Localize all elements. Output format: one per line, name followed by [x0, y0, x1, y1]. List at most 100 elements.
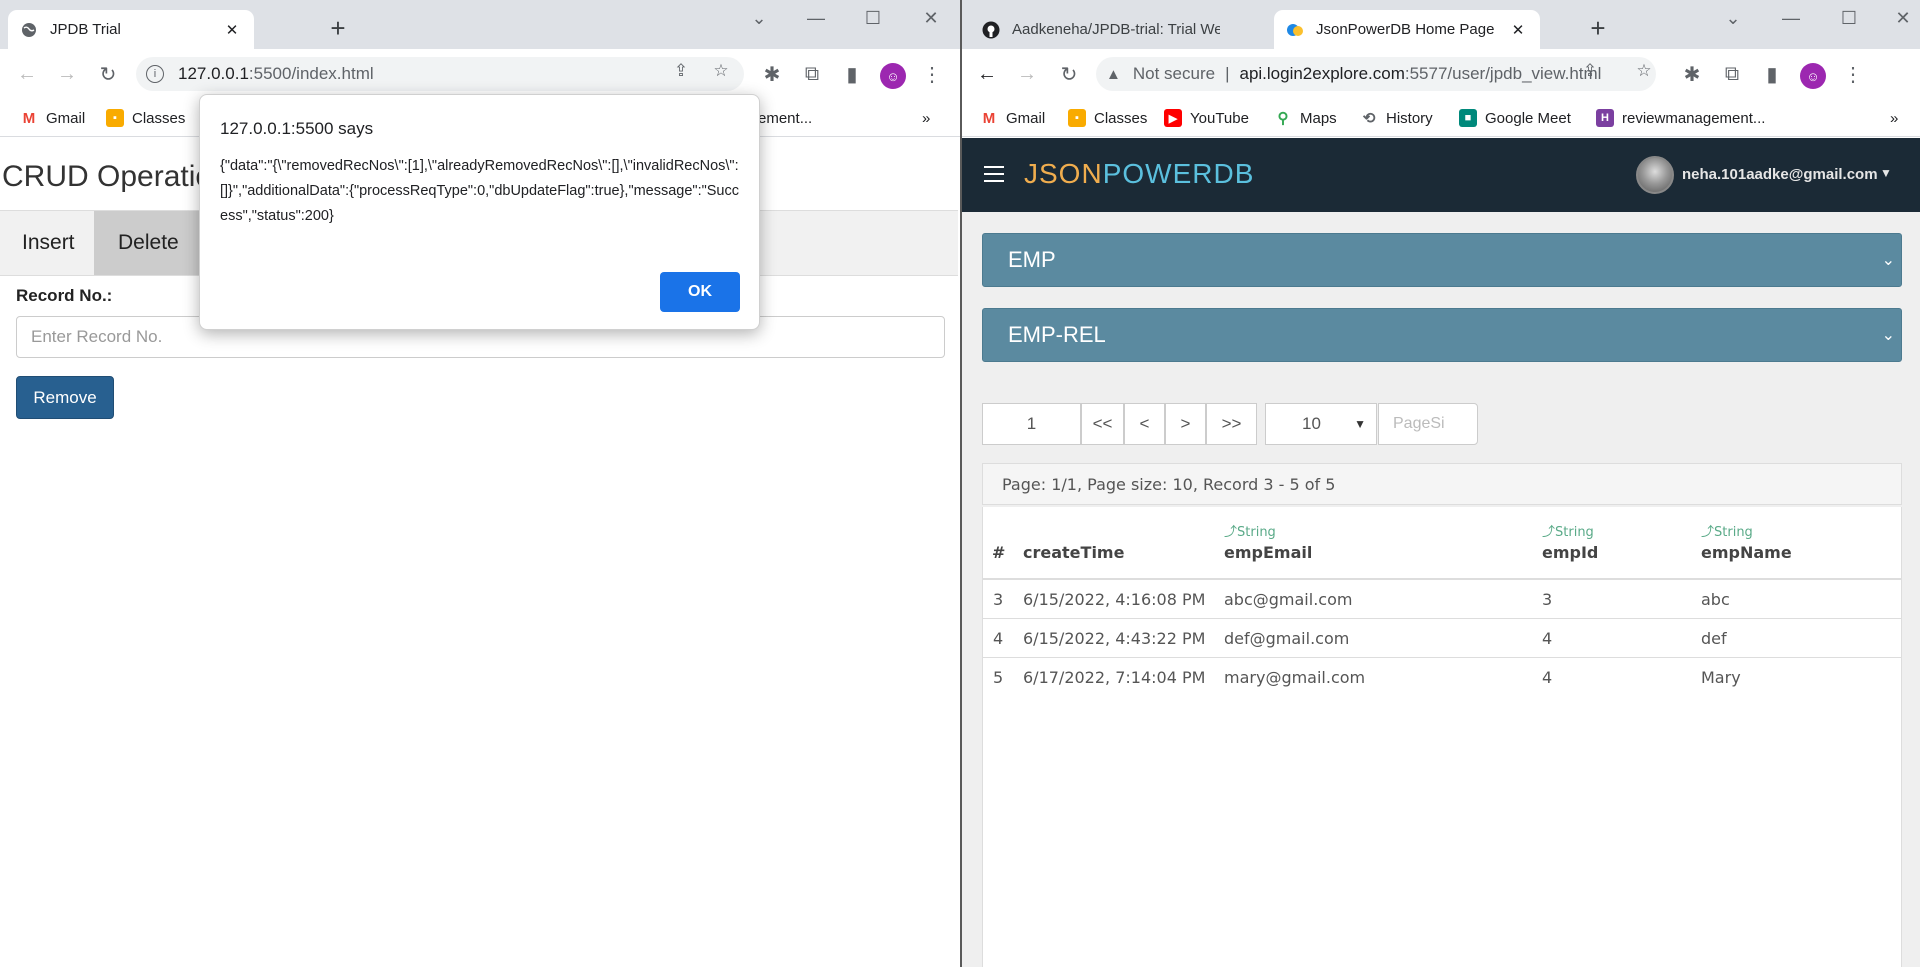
hamburger-menu-icon[interactable]	[984, 164, 1004, 184]
bookmark-youtube[interactable]: ▶ YouTube	[1164, 105, 1249, 131]
share-icon[interactable]: ⇪	[667, 57, 695, 85]
profile-avatar[interactable]: ☺	[1800, 63, 1826, 89]
menu-kebab-icon[interactable]: ⋮	[1838, 59, 1868, 89]
jpdb-logo[interactable]: JSONPOWERDB	[1024, 158, 1254, 190]
back-icon[interactable]: ←	[972, 59, 1002, 89]
remove-button[interactable]: Remove	[16, 376, 114, 419]
column-header-empname[interactable]: empName	[1701, 543, 1792, 562]
bug-extension-icon[interactable]: ✱	[1677, 59, 1707, 89]
bookmark-label: Classes	[132, 109, 186, 127]
info-icon[interactable]: i	[146, 65, 164, 83]
star-icon[interactable]: ☆	[1630, 57, 1658, 85]
tab-jsonpowerdb[interactable]: JsonPowerDB Home Page ✕	[1274, 10, 1540, 49]
tab-jpdb-trial[interactable]: JPDB Trial ✕	[8, 10, 254, 49]
close-tab-icon[interactable]: ✕	[222, 20, 242, 40]
address-bar[interactable]: i 127.0.0.1:5500/index.html	[136, 57, 744, 91]
reload-icon[interactable]: ↻	[93, 59, 123, 89]
bookmark-gmail[interactable]: M Gmail	[20, 105, 85, 131]
cell-index: 4	[993, 629, 1004, 648]
back-icon[interactable]: ←	[12, 59, 42, 89]
brand-part-1: JSON	[1024, 158, 1103, 189]
right-tab-strip: Aadkeneha/JPDB-trial: Trial Websi JsonPo…	[962, 0, 1920, 49]
panel-label: EMP-REL	[1008, 322, 1106, 347]
cell-empname: abc	[1701, 590, 1730, 609]
side-panel-icon[interactable]: ▮	[1757, 59, 1787, 89]
bookmark-classes[interactable]: ▪ Classes	[1068, 105, 1147, 131]
column-header-empemail[interactable]: empEmail	[1224, 543, 1312, 562]
side-panel-icon[interactable]: ▮	[837, 59, 867, 89]
column-type: String	[1714, 525, 1753, 540]
bug-extension-icon[interactable]: ✱	[757, 59, 787, 89]
last-page-button[interactable]: >>	[1206, 403, 1257, 445]
minimize-button[interactable]: —	[1776, 6, 1806, 30]
column-header-createtime[interactable]: createTime	[1023, 543, 1124, 562]
bookmark-label: Google Meet	[1485, 109, 1571, 127]
dialog-ok-button[interactable]: OK	[660, 272, 740, 312]
maximize-button[interactable]: ☐	[1834, 6, 1864, 30]
new-tab-button[interactable]: +	[1584, 13, 1612, 43]
tab-search-icon[interactable]: ⌄	[744, 6, 774, 30]
cell-empid: 4	[1542, 629, 1553, 648]
share-icon[interactable]: ⇪	[1576, 57, 1604, 85]
table-row[interactable]: 4 6/15/2022, 4:43:22 PM def@gmail.com 4 …	[983, 619, 1901, 658]
new-tab-button[interactable]: +	[324, 13, 352, 43]
bookmark-classes[interactable]: ▪ Classes	[106, 105, 185, 131]
panel-emp[interactable]: EMP ⌄	[982, 233, 1902, 287]
column-header-index[interactable]: #	[992, 543, 1005, 562]
classroom-icon: ▪	[1068, 109, 1086, 127]
bookmark-gmail[interactable]: M Gmail	[980, 105, 1045, 131]
tab-title: Aadkeneha/JPDB-trial: Trial Websi	[1012, 21, 1220, 38]
warning-icon[interactable]: ▲	[1106, 66, 1121, 83]
page-size-select[interactable]: 10 ▼	[1265, 403, 1377, 445]
bookmark-maps[interactable]: ⚲ Maps	[1274, 105, 1337, 131]
extensions-puzzle-icon[interactable]: ⧉	[1717, 59, 1747, 89]
bookmark-history[interactable]: ⟲ History	[1360, 105, 1433, 131]
star-icon[interactable]: ☆	[707, 57, 735, 85]
panel-emp-rel[interactable]: EMP-REL ⌄	[982, 308, 1902, 362]
close-window-button[interactable]: ✕	[1888, 6, 1918, 30]
bookmark-label: History	[1386, 109, 1433, 127]
next-page-button[interactable]: >	[1165, 403, 1206, 445]
user-avatar[interactable]	[1636, 156, 1674, 194]
bookmark-reviewmanagement[interactable]: H reviewmanagement...	[1596, 105, 1765, 131]
menu-kebab-icon[interactable]: ⋮	[917, 59, 947, 89]
url-host: api.login2explore.com	[1239, 64, 1405, 83]
bookmark-google-meet[interactable]: ■ Google Meet	[1459, 105, 1571, 131]
close-tab-icon[interactable]: ✕	[1508, 20, 1528, 40]
cell-empid: 3	[1542, 590, 1553, 609]
extensions-puzzle-icon[interactable]: ⧉	[797, 59, 827, 89]
tab-delete[interactable]: Delete	[94, 211, 203, 275]
bookmark-partial[interactable]: ement...	[758, 105, 812, 131]
page-number-input[interactable]: 1	[982, 403, 1081, 445]
first-page-button[interactable]: <<	[1081, 403, 1124, 445]
bookmarks-overflow-icon[interactable]: »	[922, 105, 930, 131]
cell-createtime: 6/15/2022, 4:43:22 PM	[1023, 629, 1206, 648]
maximize-button[interactable]: ☐	[858, 6, 888, 30]
reviewmanagement-icon: H	[1596, 109, 1614, 127]
column-header-empid[interactable]: empId	[1542, 543, 1598, 562]
forward-icon[interactable]: →	[52, 59, 82, 89]
table-row[interactable]: 5 6/17/2022, 7:14:04 PM mary@gmail.com 4…	[983, 658, 1901, 697]
address-bar[interactable]: ▲ Not secure | api.login2explore.com:557…	[1096, 57, 1656, 91]
table-row[interactable]: 3 6/15/2022, 4:16:08 PM abc@gmail.com 3 …	[983, 580, 1901, 619]
tab-insert[interactable]: Insert	[0, 211, 97, 275]
tab-github[interactable]: Aadkeneha/JPDB-trial: Trial Websi	[970, 10, 1232, 49]
page-size-input[interactable]: PageSi	[1378, 403, 1478, 445]
tab-title: JPDB Trial	[50, 21, 121, 38]
jpdb-favicon-icon	[1286, 21, 1304, 39]
url-path: :5577/user/jpdb_view.html	[1404, 64, 1602, 83]
profile-avatar[interactable]: ☺	[880, 63, 906, 89]
prev-page-button[interactable]: <	[1124, 403, 1165, 445]
caret-down-icon[interactable]: ▼	[1880, 166, 1892, 180]
user-email[interactable]: neha.101aadke@gmail.com	[1682, 166, 1878, 183]
forward-icon[interactable]: →	[1012, 59, 1042, 89]
github-icon	[982, 21, 1000, 39]
chevron-down-icon: ⌄	[1881, 327, 1895, 344]
cell-createtime: 6/15/2022, 4:16:08 PM	[1023, 590, 1206, 609]
tab-search-icon[interactable]: ⌄	[1718, 6, 1748, 30]
history-icon: ⟲	[1360, 109, 1378, 127]
minimize-button[interactable]: —	[801, 6, 831, 30]
bookmarks-overflow-icon[interactable]: »	[1890, 105, 1898, 131]
reload-icon[interactable]: ↻	[1054, 59, 1084, 89]
close-window-button[interactable]: ✕	[916, 6, 946, 30]
